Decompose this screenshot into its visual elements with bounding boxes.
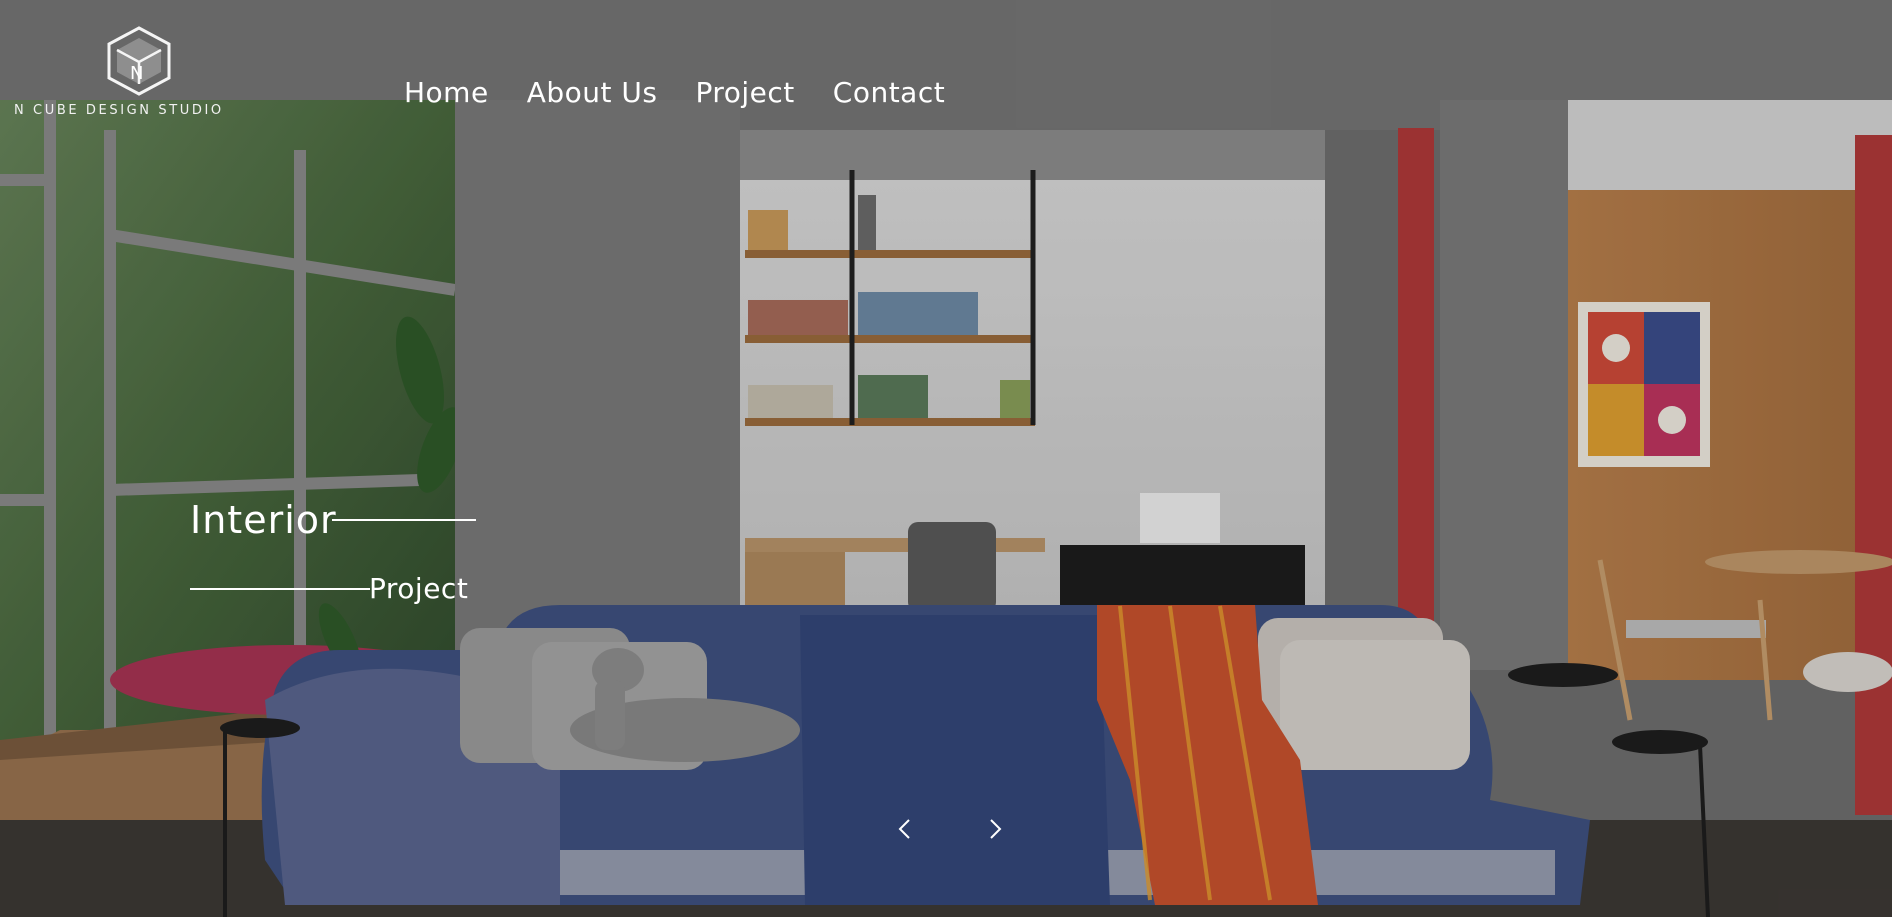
chevron-left-icon: [898, 819, 910, 839]
nav-link-contact[interactable]: Contact: [833, 76, 945, 109]
nav-link-home[interactable]: Home: [404, 76, 489, 109]
chevron-right-icon: [990, 819, 1002, 839]
slider-next-button[interactable]: [980, 814, 1010, 844]
slider-prev-button[interactable]: [890, 814, 920, 844]
hero-darken-overlay: [0, 0, 1892, 917]
cube-logo-icon: N: [107, 26, 171, 96]
subtitle-divider-line: [190, 588, 370, 590]
brand-name: N CUBE DESIGN STUDIO: [14, 103, 224, 118]
nav-link-project[interactable]: Project: [695, 76, 794, 109]
brand-logo[interactable]: N N CUBE DESIGN STUDIO: [14, 26, 262, 122]
main-nav: Home About Us Project Contact: [404, 76, 945, 109]
nav-link-about-us[interactable]: About Us: [527, 76, 658, 109]
slide-subtitle: Project: [369, 572, 469, 605]
logo-letter: N: [130, 63, 143, 84]
hero-slider: [0, 0, 1892, 917]
slide-title: Interior: [190, 498, 337, 542]
title-divider-line: [332, 519, 476, 521]
